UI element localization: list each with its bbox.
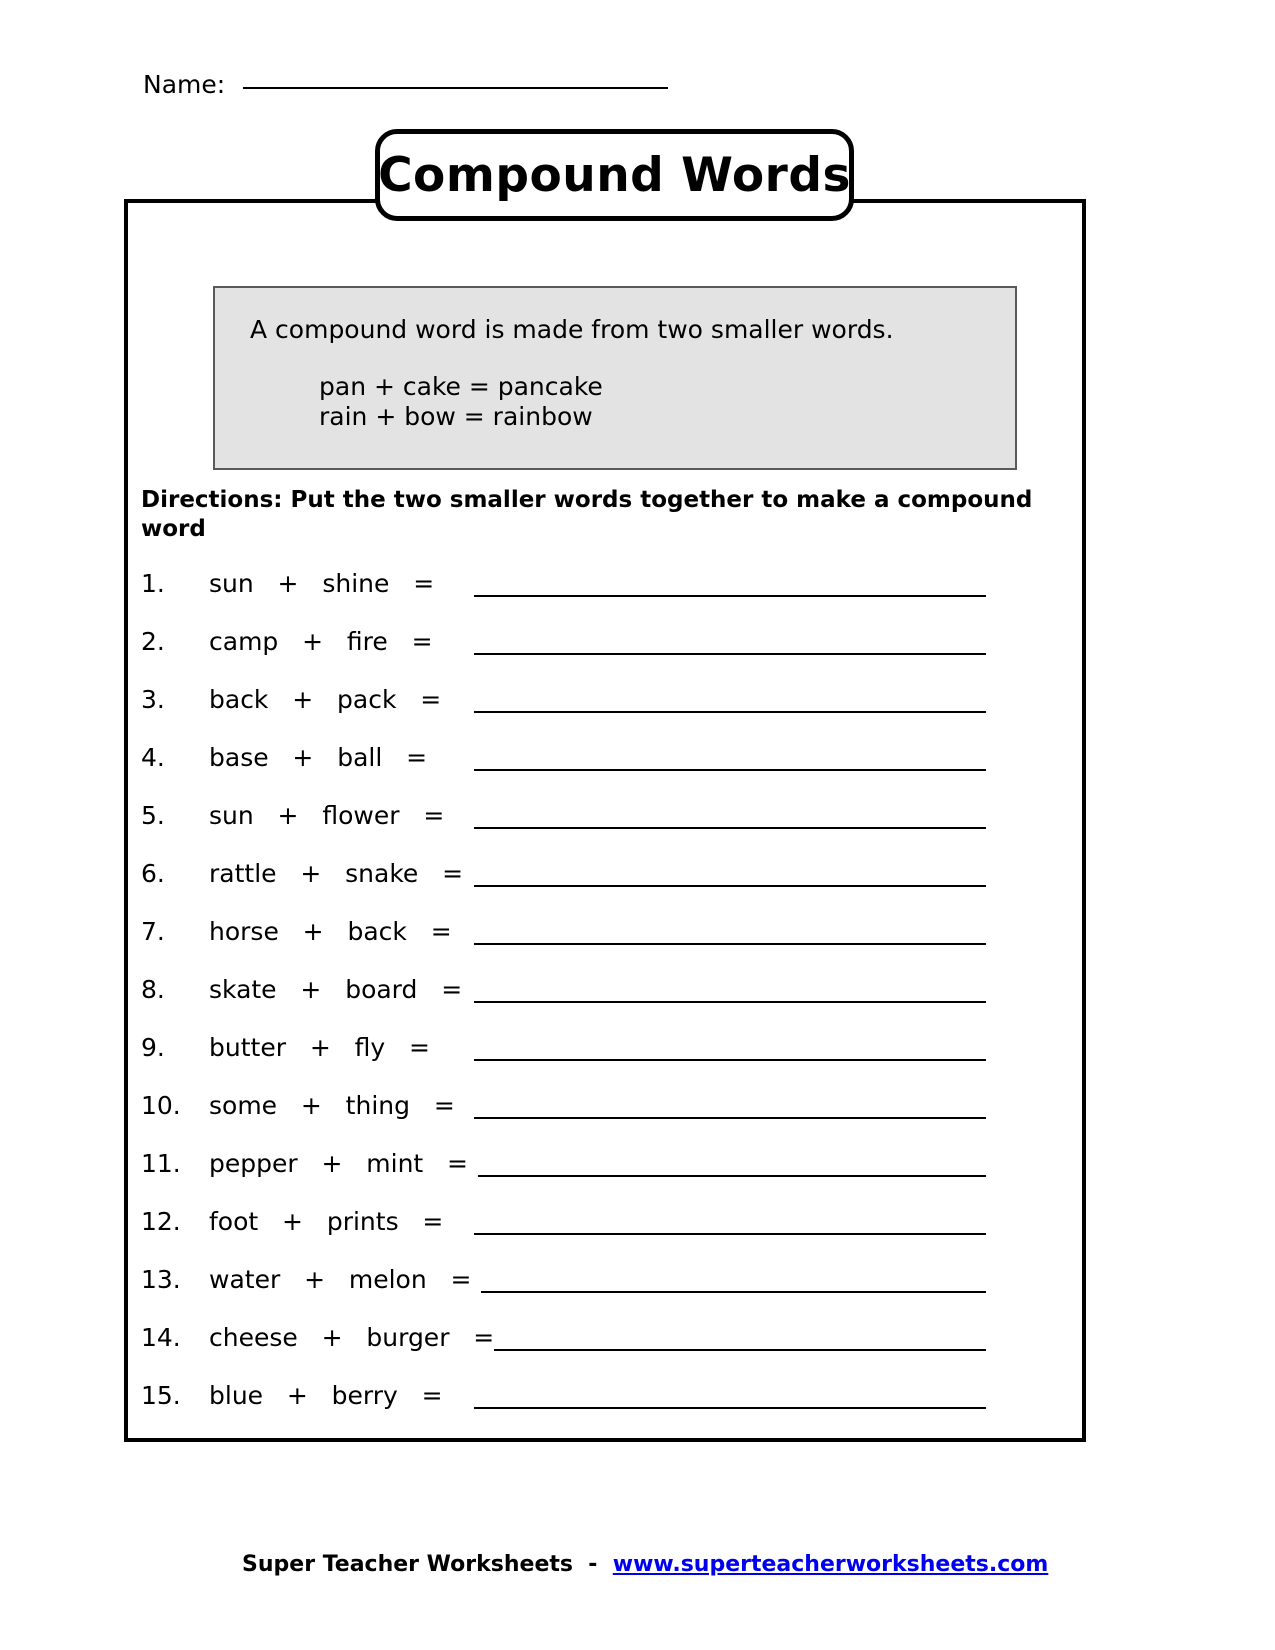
footer-brand: Super Teacher Worksheets bbox=[242, 1552, 573, 1577]
problem-row: 4. base + ball = bbox=[141, 743, 1041, 801]
footer: Super Teacher Worksheets - www.superteac… bbox=[0, 1527, 1275, 1577]
problem-number: 14. bbox=[141, 1323, 181, 1352]
problem-row: 12. foot + prints = bbox=[141, 1207, 1041, 1265]
problem-expression: sun + shine = bbox=[209, 569, 435, 598]
answer-blank[interactable] bbox=[464, 685, 1041, 713]
problem-row: 9. butter + fly = bbox=[141, 1033, 1041, 1091]
problem-expression: cheese + burger = bbox=[209, 1323, 495, 1352]
problem-number: 4. bbox=[141, 743, 165, 772]
answer-blank[interactable] bbox=[464, 569, 1041, 597]
problem-number: 3. bbox=[141, 685, 165, 714]
name-input-line[interactable] bbox=[243, 86, 669, 89]
problem-expression: sun + flower = bbox=[209, 801, 445, 830]
answer-blank[interactable] bbox=[468, 1149, 1041, 1177]
problem-row: 13. water + melon = bbox=[141, 1265, 1041, 1323]
title-banner: Compound Words bbox=[375, 129, 854, 221]
answer-blank[interactable] bbox=[464, 859, 1041, 887]
answer-blank[interactable] bbox=[464, 1207, 1041, 1235]
answer-blank[interactable] bbox=[494, 1323, 1041, 1351]
problem-number: 12. bbox=[141, 1207, 181, 1236]
definition-example-1: pan + cake = pancake bbox=[319, 372, 603, 401]
problem-number: 15. bbox=[141, 1381, 181, 1410]
answer-blank[interactable] bbox=[464, 801, 1041, 829]
answer-blank[interactable] bbox=[464, 975, 1041, 1003]
problem-expression: butter + fly = bbox=[209, 1033, 430, 1062]
name-label: Name: bbox=[143, 70, 226, 99]
problem-expression: base + ball = bbox=[209, 743, 428, 772]
problem-expression: some + thing = bbox=[209, 1091, 455, 1120]
problem-number: 2. bbox=[141, 627, 165, 656]
problem-number: 10. bbox=[141, 1091, 181, 1120]
problem-number: 5. bbox=[141, 801, 165, 830]
problem-expression: water + melon = bbox=[209, 1265, 472, 1294]
answer-blank[interactable] bbox=[464, 1381, 1041, 1409]
problem-row: 1. sun + shine = bbox=[141, 569, 1041, 627]
problem-expression: foot + prints = bbox=[209, 1207, 444, 1236]
problem-row: 8. skate + board = bbox=[141, 975, 1041, 1033]
problem-row: 7. horse + back = bbox=[141, 917, 1041, 975]
problem-row: 6. rattle + snake = bbox=[141, 859, 1041, 917]
problem-row: 15. blue + berry = bbox=[141, 1381, 1041, 1439]
answer-blank[interactable] bbox=[464, 627, 1041, 655]
answer-blank[interactable] bbox=[464, 917, 1041, 945]
problem-number: 8. bbox=[141, 975, 165, 1004]
definition-box: A compound word is made from two smaller… bbox=[213, 286, 1017, 470]
problem-row: 3. back + pack = bbox=[141, 685, 1041, 743]
page-title: Compound Words bbox=[378, 147, 851, 203]
footer-url-link[interactable]: www.superteacherworksheets.com bbox=[613, 1552, 1049, 1577]
answer-blank[interactable] bbox=[464, 1091, 1041, 1119]
problem-row: 5. sun + flower = bbox=[141, 801, 1041, 859]
problem-expression: rattle + snake = bbox=[209, 859, 464, 888]
answer-blank[interactable] bbox=[471, 1265, 1041, 1293]
problem-list: 1. sun + shine = 2. camp + fire = 3. bac… bbox=[141, 569, 1041, 1439]
directions-text: Directions: Put the two smaller words to… bbox=[141, 487, 1033, 542]
problem-number: 6. bbox=[141, 859, 165, 888]
problem-expression: blue + berry = bbox=[209, 1381, 443, 1410]
problem-expression: horse + back = bbox=[209, 917, 452, 946]
answer-blank[interactable] bbox=[464, 743, 1041, 771]
problem-row: 10. some + thing = bbox=[141, 1091, 1041, 1149]
problem-row: 11. pepper + mint = bbox=[141, 1149, 1041, 1207]
definition-sentence: A compound word is made from two smaller… bbox=[250, 315, 894, 344]
problem-number: 11. bbox=[141, 1149, 181, 1178]
problem-number: 1. bbox=[141, 569, 165, 598]
problem-expression: camp + fire = bbox=[209, 627, 433, 656]
problem-expression: back + pack = bbox=[209, 685, 442, 714]
name-field-row: Name: bbox=[143, 70, 669, 99]
problem-number: 7. bbox=[141, 917, 165, 946]
problem-row: 2. camp + fire = bbox=[141, 627, 1041, 685]
problem-row: 14. cheese + burger = bbox=[141, 1323, 1041, 1381]
definition-examples: pan + cake = pancake rain + bow = rainbo… bbox=[319, 372, 603, 432]
footer-separator: - bbox=[572, 1552, 613, 1577]
answer-blank[interactable] bbox=[464, 1033, 1041, 1061]
problem-number: 13. bbox=[141, 1265, 181, 1294]
problem-expression: pepper + mint = bbox=[209, 1149, 469, 1178]
definition-example-2: rain + bow = rainbow bbox=[319, 402, 593, 431]
problem-number: 9. bbox=[141, 1033, 165, 1062]
problem-expression: skate + board = bbox=[209, 975, 463, 1004]
